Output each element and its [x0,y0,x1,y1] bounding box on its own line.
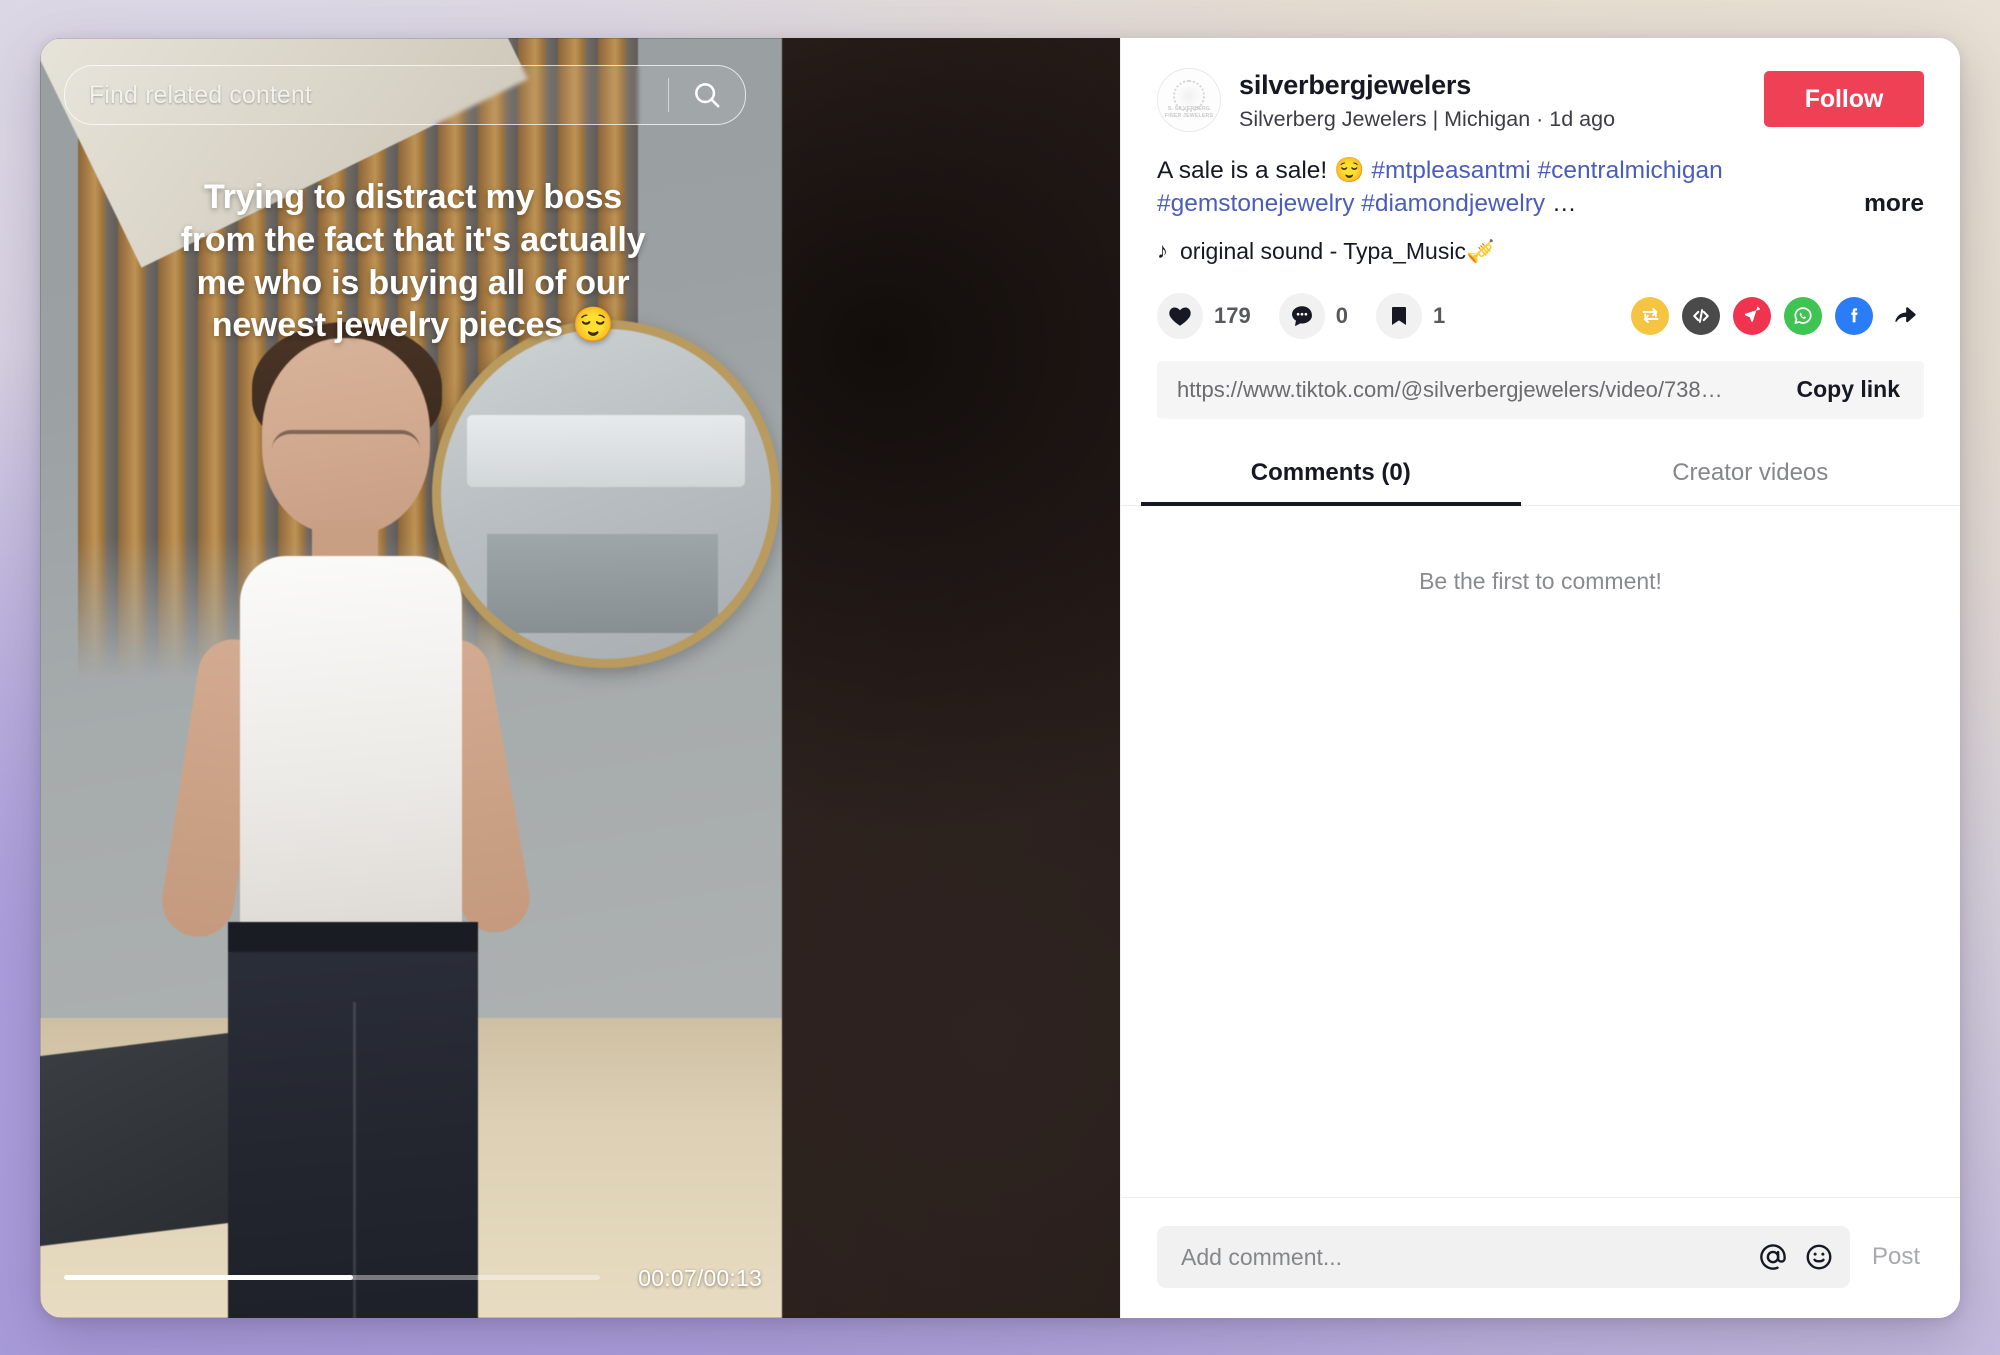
avatar[interactable]: S. SILVERBERG FINER JEWELERS [1157,68,1221,132]
panel-tabs: Comments (0) Creator videos [1121,445,1960,506]
tab-comments[interactable]: Comments (0) [1121,445,1541,505]
tab-creator-videos[interactable]: Creator videos [1541,445,1961,505]
description-ellipsis: … [1551,189,1577,217]
music-note-icon: ♪ [1157,238,1168,264]
avatar-logo-text: S. SILVERBERG FINER JEWELERS [1158,106,1220,120]
composer-tools [1758,1242,1834,1272]
hashtag-1[interactable]: #centralmichigan [1538,157,1723,184]
empty-comments-message: Be the first to comment! [1419,567,1662,594]
bookmark-count: 1 [1432,302,1446,328]
like-count: 179 [1214,302,1251,328]
search-icon [691,79,723,111]
like-stat[interactable]: 179 [1157,292,1251,339]
share-icon-group [1631,296,1924,335]
video-timestamp: 00:07/00:13 [638,1265,762,1291]
video-stage[interactable]: Trying to distract my boss from the fact… [40,38,1120,1318]
video-controls: 00:07/00:13 [40,1246,782,1318]
avatar-logo-line-1: S. SILVERBERG [1167,105,1211,112]
panel-header: S. SILVERBERG FINER JEWELERS silverbergj… [1121,38,1960,265]
share-arrow-icon[interactable] [1886,297,1924,335]
find-related-content-search[interactable]: Find related content [64,65,746,125]
follow-button[interactable]: Follow [1764,71,1924,127]
copy-link-button[interactable]: Copy link [1776,365,1920,415]
comment-composer: Add comment... Post [1121,1197,1960,1318]
copy-link-row: https://www.tiktok.com/@silverbergjewele… [1157,360,1924,419]
video-detail-modal: Trying to distract my boss from the fact… [40,38,1960,1318]
bookmark-stat[interactable]: 1 [1375,292,1446,339]
comment-count: 0 [1335,302,1348,328]
comments-list: Be the first to comment! [1121,505,1960,1197]
author-handle[interactable]: silverbergjewelers [1239,70,1746,101]
search-submit-button[interactable] [669,79,745,111]
emoji-icon[interactable] [1804,1242,1834,1272]
video-progress-fill [64,1275,354,1280]
post-comment-button[interactable]: Post [1868,1243,1924,1271]
music-label[interactable]: original sound - Typa_Music🎺 [1180,238,1495,265]
search-input[interactable]: Find related content [65,81,668,110]
comment-icon [1278,292,1325,339]
post-description: A sale is a sale! 😌 #mtpleasantmi #centr… [1157,155,1924,220]
description-text: A sale is a sale! 😌 [1157,157,1372,185]
video-detail-panel: S. SILVERBERG FINER JEWELERS silverbergj… [1120,38,1960,1318]
at-mention-icon[interactable] [1758,1242,1788,1272]
page-backdrop: Trying to distract my boss from the fact… [0,0,2000,1355]
repost-icon[interactable] [1631,296,1669,335]
hashtag-0[interactable]: #mtpleasantmi [1371,157,1530,184]
author-subtitle: Silverberg Jewelers | Michigan · 1d ago [1239,107,1616,132]
author-meta: silverbergjewelers Silverberg Jewelers |… [1239,68,1746,133]
whatsapp-icon[interactable] [1784,296,1822,335]
bookmark-icon [1375,292,1422,339]
author-row: S. SILVERBERG FINER JEWELERS silverbergj… [1157,68,1924,133]
comment-input-wrapper[interactable]: Add comment... [1157,1226,1850,1288]
comment-stat[interactable]: 0 [1278,292,1348,339]
video-caption-overlay: Trying to distract my boss from the fact… [180,178,646,345]
avatar-logo-line-2: FINER JEWELERS [1164,112,1214,119]
heart-icon [1157,292,1203,339]
video-url-field[interactable]: https://www.tiktok.com/@silverbergjewele… [1177,377,1776,403]
stats-and-share-row: 179 0 1 [1121,292,1960,339]
send-icon[interactable] [1733,296,1771,335]
hashtag-3[interactable]: #diamondjewelry [1361,190,1545,217]
embed-icon[interactable] [1682,296,1720,335]
hashtag-2[interactable]: #gemstonejewelry [1157,190,1354,217]
music-row[interactable]: ♪ original sound - Typa_Music🎺 [1157,238,1924,265]
facebook-icon[interactable] [1835,296,1873,335]
video-progress-bar[interactable] [64,1275,600,1280]
description-more-button[interactable]: more [1864,188,1924,220]
comment-input[interactable]: Add comment... [1181,1244,1758,1271]
